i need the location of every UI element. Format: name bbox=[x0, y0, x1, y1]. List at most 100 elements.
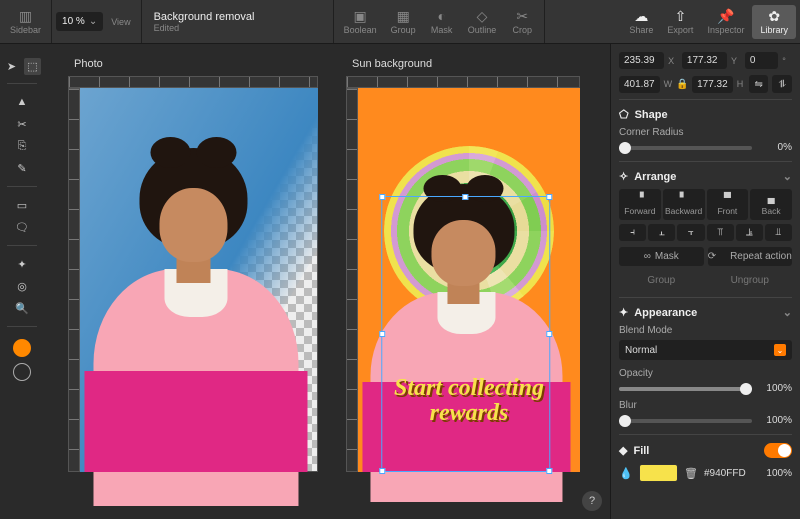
library-button[interactable]: ✿ Library bbox=[752, 5, 796, 39]
align-left-button[interactable]: ⫞ bbox=[619, 224, 646, 241]
text-tool[interactable]: 🗨 bbox=[11, 217, 33, 237]
artboard-photo-label: Photo bbox=[68, 54, 318, 76]
mask-icon: ◐ bbox=[437, 9, 445, 23]
section-arrange: ✧ Arrange ⌄ ▝Forward ▘Backward ▀Front ▄B… bbox=[619, 161, 792, 293]
position-y-field[interactable]: 177.32 bbox=[682, 52, 727, 69]
blend-mode-value: Normal bbox=[625, 345, 657, 356]
share-button[interactable]: ☁ Share bbox=[623, 5, 659, 39]
pen-tool[interactable]: ▲ bbox=[11, 92, 33, 112]
forward-button[interactable]: ▝Forward bbox=[619, 189, 661, 220]
help-button[interactable]: ? bbox=[582, 491, 602, 511]
cut-tool[interactable]: ✂ bbox=[11, 114, 33, 134]
w-unit: W bbox=[664, 79, 673, 89]
main-area: ➤ ⬚ ▲ ✂ ⎘ ✎ ▭ 🗨 ✦ ◎ 🔍 Photo bbox=[0, 44, 800, 519]
height-field[interactable]: 177.32 bbox=[692, 76, 733, 93]
rot-unit: ° bbox=[782, 56, 792, 66]
shape-title: Shape bbox=[635, 109, 668, 121]
artboard-sun[interactable]: Sun background bbox=[346, 54, 580, 472]
front-button[interactable]: ▀Front bbox=[707, 189, 749, 220]
flip-horizontal-button[interactable]: ⇋ bbox=[749, 75, 769, 93]
fill-title: Fill bbox=[633, 445, 649, 457]
artboard-sun-canvas[interactable]: Start collecting rewards bbox=[358, 88, 580, 472]
corner-radius-slider[interactable] bbox=[619, 146, 752, 150]
zoom-value: 10 % bbox=[62, 16, 85, 27]
blur-value: 100% bbox=[758, 415, 792, 426]
repeat-icon: ⟳ bbox=[708, 251, 716, 262]
secondary-color-swatch[interactable] bbox=[13, 363, 31, 381]
export-button[interactable]: ⇧ Export bbox=[661, 5, 699, 39]
select-arrow-icon: ⌄ bbox=[774, 344, 786, 356]
artboard-photo-canvas[interactable] bbox=[80, 88, 318, 472]
boolean-button[interactable]: ▣ Boolean bbox=[338, 5, 383, 39]
lock-aspect-icon[interactable]: 🔒 bbox=[676, 79, 688, 90]
mask-arrange-button[interactable]: ∞ Mask bbox=[619, 247, 704, 266]
clone-tool[interactable]: ⎘ bbox=[11, 136, 33, 156]
ungroup-button[interactable]: Ungroup bbox=[708, 272, 793, 289]
backward-button[interactable]: ▘Backward bbox=[663, 189, 705, 220]
fill-opacity[interactable]: 100% bbox=[758, 468, 792, 479]
photo-subject bbox=[50, 134, 336, 472]
group-icon: ▦ bbox=[397, 9, 410, 23]
zoom-dropdown[interactable]: 10 % ⌄ bbox=[56, 12, 103, 31]
repeat-action-button[interactable]: ⟳ Repeat action bbox=[708, 247, 793, 266]
align-top-button[interactable]: ⫪ bbox=[707, 224, 734, 241]
opacity-label: Opacity bbox=[619, 368, 792, 379]
canvas[interactable]: Photo bbox=[44, 44, 610, 519]
inspector-label: Inspector bbox=[707, 25, 744, 35]
position-x-field[interactable]: 235.39 bbox=[619, 52, 664, 69]
brush-tool[interactable]: ✎ bbox=[11, 158, 33, 178]
export-label: Export bbox=[667, 25, 693, 35]
corner-radius-label: Corner Radius bbox=[619, 127, 792, 138]
group-button[interactable]: Group bbox=[619, 272, 704, 289]
sidebar-icon: ▥ bbox=[19, 9, 32, 23]
opacity-slider[interactable] bbox=[619, 387, 752, 391]
inspector-button[interactable]: 📌 Inspector bbox=[701, 5, 750, 39]
align-vcenter-button[interactable]: ⫡ bbox=[736, 224, 763, 241]
fill-toggle[interactable] bbox=[764, 443, 792, 458]
artboard-photo[interactable]: Photo bbox=[68, 54, 318, 472]
section-fill: ◆ Fill 💧 🗑 #940FFD 100% bbox=[619, 434, 792, 486]
zoom-tool[interactable]: 🔍 bbox=[11, 298, 33, 318]
remove-fill-icon[interactable]: 🗑 bbox=[684, 467, 698, 480]
primary-color-swatch[interactable] bbox=[13, 339, 31, 357]
corner-radius-value: 0% bbox=[758, 142, 792, 153]
selection-tool[interactable]: ⬚ bbox=[24, 58, 41, 75]
blend-mode-select[interactable]: Normal ⌄ bbox=[619, 340, 792, 360]
ruler-horizontal bbox=[68, 76, 318, 88]
chevron-down-icon[interactable]: ⌄ bbox=[783, 306, 792, 319]
arrange-icon: ✧ bbox=[619, 170, 628, 183]
move-tool[interactable]: ➤ bbox=[3, 58, 20, 75]
shape-icon: ⬠ bbox=[619, 108, 629, 121]
sun-subject bbox=[330, 172, 596, 472]
chevron-down-icon[interactable]: ⌄ bbox=[783, 170, 792, 183]
crop-button[interactable]: ✂ Crop bbox=[504, 5, 540, 39]
left-tool-strip: ➤ ⬚ ▲ ✂ ⎘ ✎ ▭ 🗨 ✦ ◎ 🔍 bbox=[0, 44, 44, 519]
view-menu[interactable]: View bbox=[105, 13, 136, 31]
section-appearance: ✦ Appearance ⌄ Blend Mode Normal ⌄ Opaci… bbox=[619, 297, 792, 430]
align-right-button[interactable]: ⫟ bbox=[677, 224, 704, 241]
sidebar-toggle-button[interactable]: ▥ Sidebar bbox=[4, 5, 47, 39]
reward-text: Start collecting rewards bbox=[376, 376, 563, 426]
outline-button[interactable]: ◇ Outline bbox=[462, 5, 503, 39]
wand-tool[interactable]: ✦ bbox=[11, 254, 33, 274]
document-title: Background removal bbox=[154, 11, 255, 23]
group-button[interactable]: ▦ Group bbox=[385, 5, 422, 39]
rotation-field[interactable]: 0 bbox=[745, 52, 778, 69]
shape-rect-tool[interactable]: ▭ bbox=[11, 195, 33, 215]
share-icon: ☁ bbox=[634, 9, 648, 23]
eyedropper-icon[interactable]: 💧 bbox=[619, 467, 633, 480]
align-hcenter-button[interactable]: ⫠ bbox=[648, 224, 675, 241]
fill-hex[interactable]: #940FFD bbox=[704, 468, 752, 479]
arrange-title: Arrange bbox=[634, 171, 676, 183]
fill-color-chip[interactable] bbox=[639, 464, 678, 482]
inspector-icon: 📌 bbox=[717, 9, 734, 23]
back-button[interactable]: ▄Back bbox=[750, 189, 792, 220]
mask-button[interactable]: ◐ Mask bbox=[424, 5, 460, 39]
blur-label: Blur bbox=[619, 400, 792, 411]
blur-slider[interactable] bbox=[619, 419, 752, 423]
align-bottom-button[interactable]: ⫫ bbox=[765, 224, 792, 241]
flip-vertical-button[interactable]: ⥮ bbox=[772, 75, 792, 93]
right-inspector: 235.39 X 177.32 Y 0 ° 401.87 W 🔒 177.32 … bbox=[610, 44, 800, 519]
width-field[interactable]: 401.87 bbox=[619, 76, 660, 93]
lasso-tool[interactable]: ◎ bbox=[11, 276, 33, 296]
